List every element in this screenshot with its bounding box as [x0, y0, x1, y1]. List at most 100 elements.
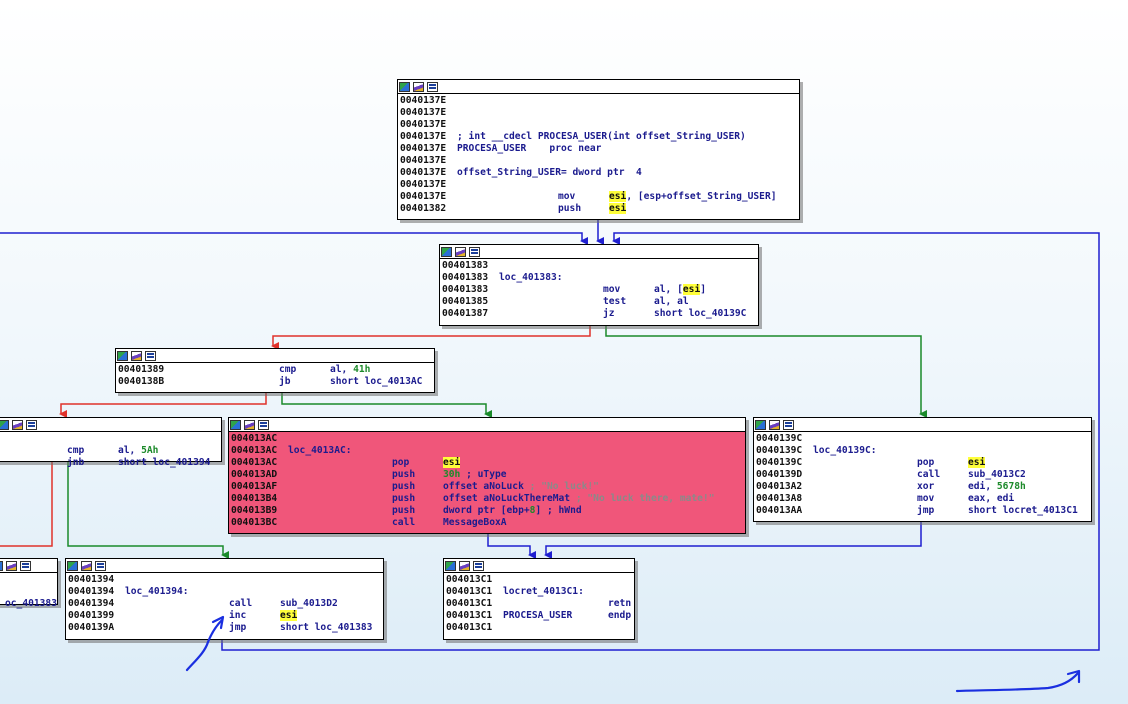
xref-list-icon[interactable]	[469, 246, 480, 257]
edit-block-icon[interactable]	[6, 560, 17, 571]
xref-list-icon[interactable]	[783, 419, 794, 430]
mnemonic: push	[392, 469, 416, 480]
edit-block-icon[interactable]	[413, 81, 424, 92]
xref-list-icon[interactable]	[26, 419, 37, 430]
disasm-line[interactable]: 004013C1 retn	[446, 598, 632, 610]
disasm-line[interactable]: 00401394 loc_401394:	[68, 586, 381, 598]
disasm-line[interactable]: 00401399 inc esi	[68, 610, 381, 622]
disasm-line[interactable]: 004013C1 locret_4013C1:	[446, 586, 632, 598]
edit-block-icon[interactable]	[12, 419, 23, 430]
disasm-line[interactable]: 0040137E ; int __cdecl PROCESA_USER(int o…	[400, 131, 797, 143]
code-block-loc-401394[interactable]: 00401394 00401394 loc_401394: 00401394 call s…	[65, 558, 384, 640]
disasm-line[interactable]: 004013AC loc_4013AC:	[231, 445, 743, 457]
address: 0040139A	[68, 622, 115, 633]
edit-block-icon[interactable]	[459, 560, 470, 571]
disasm-line[interactable]: 004013AC pop esi	[231, 457, 743, 469]
edit-block-icon[interactable]	[81, 560, 92, 571]
graph-overview-icon[interactable]	[67, 560, 78, 571]
disasm-line[interactable]: 00401385 test al, al	[442, 296, 756, 308]
code-block-loc-401383[interactable]: 00401383 00401383 loc_401383: 00401383 mov al…	[439, 244, 759, 326]
graph-overview-icon[interactable]	[0, 419, 9, 430]
disasm-line[interactable]: 004013C1	[446, 622, 632, 634]
disasm-line[interactable]: 004013C1	[446, 574, 632, 586]
disasm-line[interactable]: oc_401383	[0, 598, 57, 610]
disasm-line[interactable]: 00401387 jz short loc_40139C	[442, 308, 756, 320]
address: 00401394	[68, 598, 115, 609]
graph-overview-icon[interactable]	[445, 560, 456, 571]
graph-overview-icon[interactable]	[0, 560, 3, 571]
xref-list-icon[interactable]	[427, 81, 438, 92]
disasm-line[interactable]: 0040137E mov esi, [esp+offset_String_USER]	[400, 191, 797, 203]
disasm-line[interactable]: 004013AA jmp short locret_4013C1	[756, 505, 1089, 517]
code-block-cmp-41h[interactable]: 00401389 cmp al, 41h 0040138B jb short loc_40…	[115, 348, 435, 393]
disasm-line[interactable]: 00401394 call sub_4013D2	[68, 598, 381, 610]
disasm-line[interactable]	[0, 433, 219, 445]
disasm-line[interactable]: 0040137E	[400, 119, 797, 131]
disasm-line[interactable]: 00401382 push esi	[400, 203, 797, 215]
disasm-line[interactable]: 0040137E	[400, 95, 797, 107]
disasm-line[interactable]: 004013A2 xor edi, 5678h	[756, 481, 1089, 493]
graph-overview-icon[interactable]	[117, 350, 128, 361]
label-text: locret_4013C1:	[503, 586, 584, 597]
code-block-cmp-5ah[interactable]: cmp al, 5Ah jnb short loc_401394	[0, 417, 222, 468]
disasm-line[interactable]: 0040139D call sub_4013C2	[756, 469, 1089, 481]
code-block-procesa-user[interactable]: 0040137E 0040137E 0040137E 0040137E; int __…	[397, 79, 800, 220]
disasm-line[interactable]	[0, 586, 55, 598]
code-block-loc-40139c[interactable]: 0040139C 0040139C loc_40139C: 0040139C pop es…	[753, 417, 1092, 522]
disasm-line[interactable]: 004013BC call MessageBoxA	[231, 517, 743, 529]
xref-list-icon[interactable]	[95, 560, 106, 571]
disasm-line[interactable]: 004013C1 PROCESA_USER endp	[446, 610, 632, 622]
mnemonic: xor	[917, 481, 935, 492]
disasm-line[interactable]	[0, 574, 55, 586]
edge-jnb-false	[0, 461, 53, 547]
disasm-line[interactable]: 004013B9 push dword ptr [ebp+8] ; hWnd	[231, 505, 743, 517]
disasm-line[interactable]: 004013B4 push offset aNoLuckThereMat ; "No…	[231, 493, 743, 505]
address: 004013C1	[446, 574, 493, 585]
disasm-line[interactable]: cmp al, 5Ah	[0, 445, 219, 457]
disasm-line[interactable]: 00401394	[68, 574, 381, 586]
operand-text: offset aNoLuck	[443, 481, 524, 492]
disasm-line[interactable]: 0040137E PROCESA_USER proc near	[400, 143, 797, 155]
edit-block-icon[interactable]	[244, 419, 255, 430]
block-toolbar	[0, 559, 57, 573]
address: 00401382	[400, 203, 447, 214]
graph-overview-icon[interactable]	[755, 419, 766, 430]
disasm-line[interactable]: 004013AD push 30h ; uType	[231, 469, 743, 481]
disasm-line[interactable]: 0040137E offset_String_USER= dword ptr 4	[400, 167, 797, 179]
disasm-line[interactable]: 0040139C pop esi	[756, 457, 1089, 469]
xref-list-icon[interactable]	[258, 419, 269, 430]
edit-block-icon[interactable]	[455, 246, 466, 257]
disasm-line[interactable]: 004013A8 mov eax, edi	[756, 493, 1089, 505]
register-highlight: esi	[609, 203, 627, 214]
disasm-line[interactable]: 00401389 cmp al, 41h	[118, 364, 432, 376]
graph-overview-icon[interactable]	[441, 246, 452, 257]
disasm-line[interactable]: 0040139A jmp short loc_401383	[68, 622, 381, 634]
disasm-line[interactable]: 00401383 mov al, [esi]	[442, 284, 756, 296]
graph-overview-icon[interactable]	[399, 81, 410, 92]
disasm-line[interactable]: 0040137E	[400, 179, 797, 191]
disasm-line[interactable]: 0040137E	[400, 107, 797, 119]
disasm-line[interactable]: 00401383 loc_401383:	[442, 272, 756, 284]
xref-list-icon[interactable]	[473, 560, 484, 571]
disasm-line[interactable]: 004013AC	[231, 433, 743, 445]
disasm-line[interactable]: 0040137E	[400, 155, 797, 167]
label-text: PROCESA_USER	[503, 610, 573, 621]
register-highlight: esi	[682, 284, 701, 295]
xref-list-icon[interactable]	[20, 560, 31, 571]
code-block-loc-4013ac[interactable]: 004013AC 004013AC loc_4013AC: 004013AC pop es…	[228, 417, 746, 534]
disasm-line[interactable]: 0040139C	[756, 433, 1089, 445]
label-text: loc_40139C:	[813, 445, 877, 456]
edit-block-icon[interactable]	[769, 419, 780, 430]
label-text: PROCESA_USER proc near	[457, 143, 602, 154]
xref-list-icon[interactable]	[145, 350, 156, 361]
address: 004013C1	[446, 610, 493, 621]
graph-overview-icon[interactable]	[230, 419, 241, 430]
disasm-line[interactable]: 00401383	[442, 260, 756, 272]
code-block-stub-401383[interactable]: oc_401383	[0, 558, 58, 609]
disasm-line[interactable]: jnb short loc_401394	[0, 457, 219, 469]
disasm-line[interactable]: 0040139C loc_40139C:	[756, 445, 1089, 457]
disasm-line[interactable]: 0040138B jb short loc_4013AC	[118, 376, 432, 388]
edit-block-icon[interactable]	[131, 350, 142, 361]
disasm-line[interactable]: 004013AF push offset aNoLuck ; "No luck!"	[231, 481, 743, 493]
code-block-locret-4013c1[interactable]: 004013C1 004013C1 locret_4013C1: 004013C1 re…	[443, 558, 635, 640]
